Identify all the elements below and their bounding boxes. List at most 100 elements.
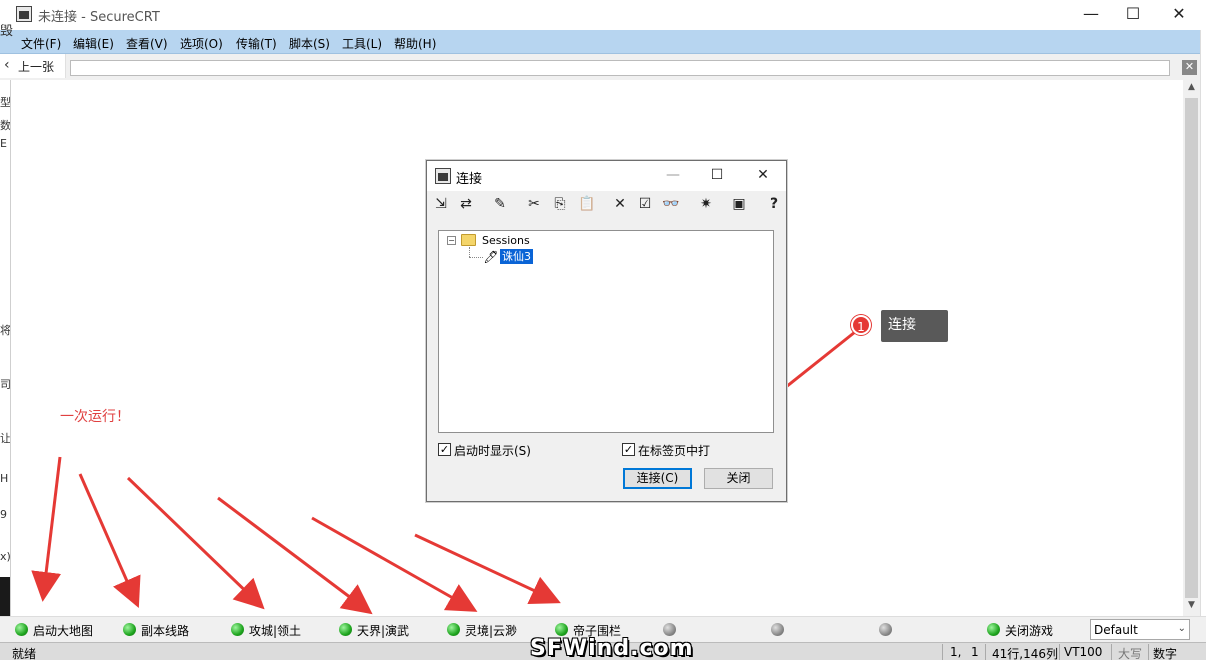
securecrt-app-icon [16, 6, 32, 22]
status-led-icon [555, 623, 568, 636]
command-input[interactable] [70, 60, 1170, 76]
left-edge-char: 数 [0, 119, 11, 132]
menu-file[interactable]: 文件(F) [21, 35, 61, 52]
status-separator [1111, 644, 1112, 660]
scroll-up-icon[interactable]: ▲ [1183, 82, 1200, 96]
status-caps: 大写 [1118, 647, 1143, 660]
paste-icon[interactable]: 📋 [577, 194, 597, 214]
tree-item-session[interactable]: 诛仙3 [500, 249, 533, 264]
new-folder-icon[interactable]: ✷ [696, 194, 716, 214]
status-led-icon [987, 623, 1000, 636]
callout-connect-label: 连接 [881, 310, 948, 342]
connect-button[interactable]: 连接(C) [623, 468, 692, 489]
right-edge-artifact [1200, 30, 1206, 630]
left-edge-char: E [0, 137, 7, 150]
left-edge-char: 将 [0, 324, 11, 337]
status-led-icon [663, 623, 676, 636]
checkbox-label: 启动时显示(S) [454, 444, 531, 458]
close-bar-button[interactable]: ✕ [1182, 60, 1197, 75]
close-button[interactable]: 关闭 [704, 468, 773, 489]
button-label: 攻城|领土 [249, 624, 302, 638]
button-label: 启动大地图 [33, 624, 94, 638]
left-edge-char: 让 [0, 432, 11, 445]
dialog-maximize-button[interactable]: ☐ [697, 161, 737, 191]
connect-dialog: 连接 — ☐ ✕ ⇲ ⇄ ✎ ✂ ⎘ 📋 ✕ ☑ 👓 ✷ ▣ ? − Sessi… [426, 160, 787, 502]
dialog-close-button[interactable]: ✕ [743, 161, 783, 191]
dialog-toolbar: ⇲ ⇄ ✎ ✂ ⎘ 📋 ✕ ☑ 👓 ✷ ▣ ? [427, 191, 786, 219]
quick-connect-icon[interactable]: ⇲ [431, 194, 451, 214]
chevron-down-icon: ⌄ [1177, 623, 1186, 634]
tree-connector-line [469, 257, 483, 258]
menu-bar: 文件(F) 编辑(E) 查看(V) 选项(O) 传输(T) 脚本(S) 工具(L… [0, 30, 1206, 54]
status-led-icon [15, 623, 28, 636]
menu-options[interactable]: 选项(O) [180, 35, 223, 52]
callout-number-badge: 1 [851, 315, 871, 335]
status-separator [1059, 644, 1060, 660]
button-label: 灵境|云渺 [465, 624, 518, 638]
find-icon[interactable]: 👓 [661, 194, 681, 214]
vertical-scrollbar[interactable]: ▲ ▼ [1183, 80, 1200, 616]
left-edge-char: 司 [0, 378, 11, 391]
tree-expander-icon[interactable]: − [447, 236, 456, 245]
delete-icon[interactable]: ✕ [610, 194, 630, 214]
tree-root-sessions[interactable]: Sessions [482, 234, 530, 247]
checkbox-mark[interactable]: ✓ [622, 443, 635, 456]
menu-tools[interactable]: 工具(L) [342, 35, 382, 52]
copy-icon[interactable]: ⎘ [550, 194, 570, 214]
maximize-button[interactable]: ☐ [1110, 0, 1156, 30]
scroll-down-icon[interactable]: ▼ [1183, 600, 1200, 614]
previous-label: 上一张 [18, 60, 55, 74]
status-led-icon [123, 623, 136, 636]
dialog-title: 连接 [456, 172, 483, 187]
address-bar: ‹ 上一张 ✕ [0, 54, 1206, 80]
status-led-icon [339, 623, 352, 636]
status-led-icon [771, 623, 784, 636]
folder-icon [461, 234, 476, 246]
minimize-button[interactable]: — [1068, 0, 1114, 30]
dialog-minimize-button[interactable]: — [653, 161, 693, 191]
left-edge-dark-block [0, 577, 10, 616]
window-title: 未连接 - SecureCRT [38, 10, 160, 25]
button-bar-select[interactable]: Default ⌄ [1090, 619, 1190, 640]
left-edge-char: 9 [0, 508, 7, 521]
tree-connector-line [469, 247, 470, 257]
button-label: 关闭游戏 [1005, 624, 1054, 638]
menu-view[interactable]: 查看(V) [126, 35, 168, 52]
status-separator [942, 644, 943, 660]
cut-icon[interactable]: ✂ [524, 194, 544, 214]
annotation-run-once: 一次运行！ [60, 409, 130, 425]
left-edge-char: H [0, 472, 9, 485]
session-manager-icon[interactable]: ▣ [729, 194, 749, 214]
menu-script[interactable]: 脚本(S) [289, 35, 330, 52]
status-separator [985, 644, 986, 660]
previous-image-button[interactable]: ‹ 上一张 [0, 54, 66, 78]
menu-transfer[interactable]: 传输(T) [236, 35, 277, 52]
status-led-icon [879, 623, 892, 636]
status-separator [1148, 644, 1149, 660]
status-led-icon [231, 623, 244, 636]
dialog-app-icon [435, 168, 451, 184]
menu-edit[interactable]: 编辑(E) [73, 35, 114, 52]
connect-in-tab-icon[interactable]: ⇄ [456, 194, 476, 214]
menu-help[interactable]: 帮助(H) [394, 35, 436, 52]
chevron-left-icon: ‹ [4, 57, 10, 73]
status-terminal-type: VT100 [1064, 645, 1103, 659]
session-tree[interactable]: − Sessions 🖊 诛仙3 [438, 230, 774, 433]
scrollbar-thumb[interactable] [1185, 98, 1198, 598]
status-led-icon [447, 623, 460, 636]
status-size: 41行,146列 [992, 647, 1058, 660]
left-edge-char: x) [0, 550, 11, 563]
button-label: 天界|演武 [357, 624, 410, 638]
help-icon[interactable]: ? [764, 194, 784, 214]
status-ready: 就绪 [12, 647, 37, 660]
left-edge-artifact: 型 数 E 将 司 让 H 9 x) [0, 80, 11, 616]
watermark: SFWind.com [530, 636, 694, 660]
title-bar: 未连接 - SecureCRT — ☐ ✕ [0, 0, 1206, 30]
session-icon: 🖊 [483, 250, 499, 264]
new-session-icon[interactable]: ✎ [490, 194, 510, 214]
close-window-button[interactable]: ✕ [1156, 0, 1202, 30]
status-num: 数字 [1153, 647, 1178, 660]
button-label: 副本线路 [141, 624, 190, 638]
checkbox-mark[interactable]: ✓ [438, 443, 451, 456]
properties-icon[interactable]: ☑ [635, 194, 655, 214]
